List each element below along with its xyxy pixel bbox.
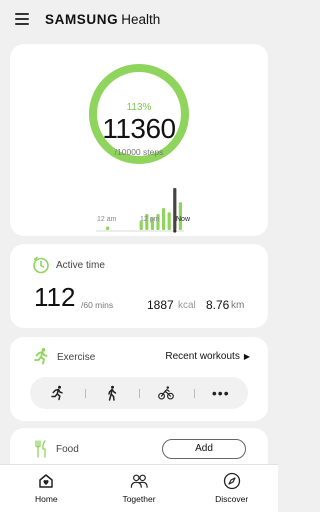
recent-workouts-link[interactable]: Recent workouts ▶ (165, 351, 250, 362)
walking-icon (108, 385, 116, 401)
calories-unit: kcal (178, 300, 196, 311)
home-icon (39, 474, 54, 488)
more-icon: ••• (211, 385, 230, 401)
chart-now-marker (173, 229, 177, 233)
exercise-more-button[interactable]: ••• (193, 377, 249, 409)
chart-label-12pm: 12 pm (140, 216, 160, 223)
play-arrow-icon: ▶ (243, 352, 250, 361)
exercise-cycling-button[interactable] (139, 377, 194, 409)
chart-bar (162, 208, 166, 230)
steps-card[interactable]: 113% 11360 /10000 steps 12 am 12 pm Now (10, 44, 268, 236)
food-add-button[interactable]: Add (162, 439, 246, 459)
active-time-card[interactable]: Active time 112 /60 mins 1887 kcal 8.76 … (10, 244, 268, 328)
brand-samsung: SAMSUNG (45, 11, 119, 27)
chart-bar (167, 212, 171, 230)
brand-health: Health (121, 11, 161, 27)
nav-discover[interactable]: Discover (185, 465, 278, 512)
chart-label-now: Now (176, 216, 191, 223)
app-brand: SAMSUNG Health (45, 12, 160, 27)
active-minutes: 112 (34, 282, 76, 312)
calories-value: 1887 (147, 298, 174, 312)
active-minutes-unit: /60 mins (81, 300, 114, 310)
exercise-shortcuts: ••• (30, 377, 248, 409)
running-icon (51, 385, 63, 401)
exercise-card[interactable]: Exercise Recent workouts ▶ ••• (10, 337, 268, 421)
top-bar: SAMSUNG Health (0, 0, 278, 38)
chart-bar (173, 188, 177, 230)
exercise-title: Exercise (57, 352, 96, 363)
nav-together-label: Together (122, 494, 156, 504)
recent-workouts-label: Recent workouts (165, 351, 240, 362)
exercise-running-icon (34, 348, 48, 365)
distance-unit: km (231, 300, 245, 311)
nav-together[interactable]: Together (93, 465, 186, 512)
steps-progress-ring: 113% 11360 /10000 steps (87, 62, 191, 166)
chart-label-12am: 12 am (97, 216, 117, 223)
chart-bar (106, 226, 110, 230)
steps-goal: /10000 steps (114, 147, 164, 157)
compass-icon (223, 472, 240, 490)
nav-home-label: Home (34, 494, 58, 504)
people-icon (130, 474, 148, 488)
steps-percent: 113% (126, 102, 152, 113)
active-time-icon (33, 256, 49, 274)
cycling-icon (158, 386, 175, 400)
bottom-navigation: Home Together Discover (0, 464, 278, 512)
hamburger-menu-icon[interactable] (15, 12, 33, 26)
nav-home[interactable]: Home (0, 465, 93, 512)
steps-count: 11360 (102, 113, 176, 144)
food-title: Food (56, 444, 79, 455)
nav-discover-label: Discover (215, 494, 249, 504)
active-time-title: Active time (56, 260, 105, 271)
distance-value: 8.76 (206, 298, 230, 312)
exercise-running-button[interactable] (30, 377, 85, 409)
food-fork-knife-icon (35, 440, 46, 458)
exercise-walking-button[interactable] (84, 377, 140, 409)
